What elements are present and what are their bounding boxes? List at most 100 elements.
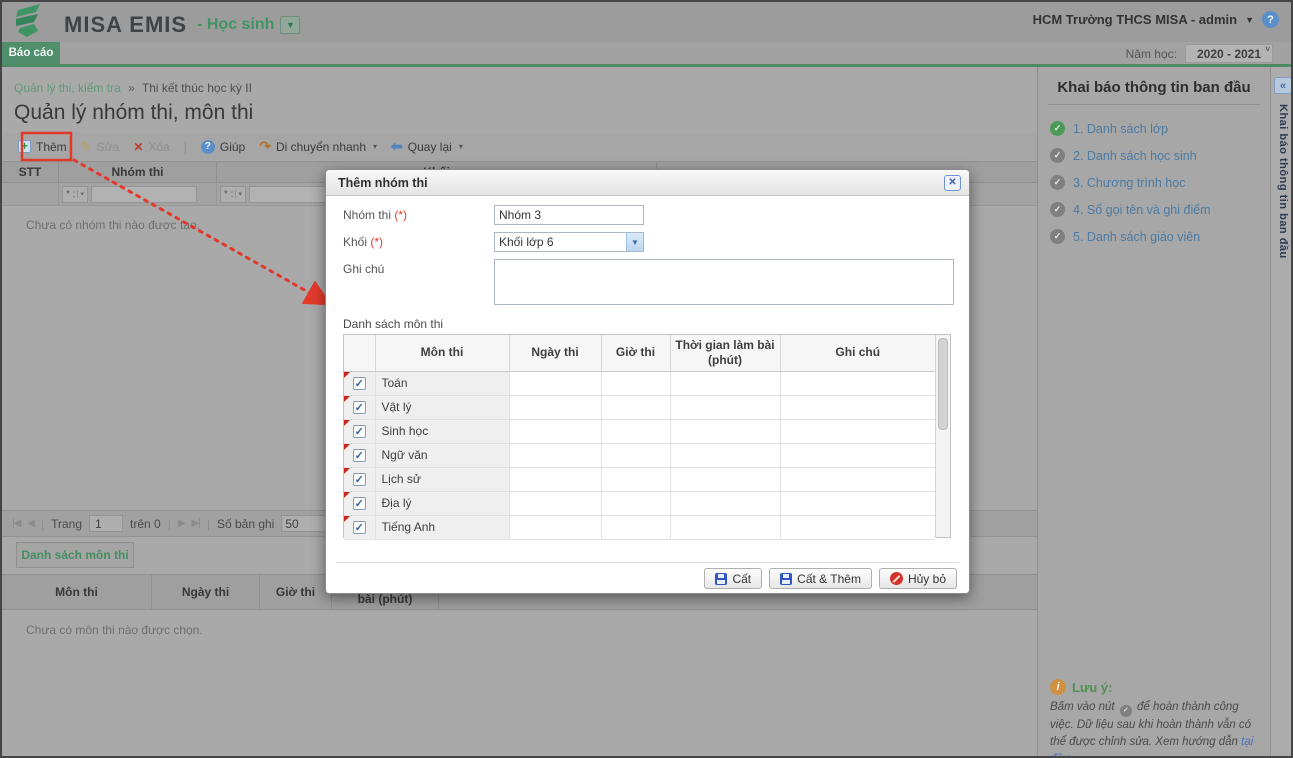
column-header-ngay-thi[interactable]: Ngày thi bbox=[152, 575, 260, 609]
row-checkbox[interactable]: ✓ bbox=[352, 377, 366, 390]
account-caret-icon[interactable]: ▼ bbox=[1245, 15, 1254, 25]
chevron-down-icon[interactable]: ▼ bbox=[626, 233, 643, 251]
note-cell[interactable] bbox=[780, 515, 935, 540]
app-window: MISA EMIS - Học sinh ▼ HCM Trường THCS M… bbox=[0, 0, 1293, 758]
close-icon[interactable]: ✕ bbox=[944, 174, 961, 191]
exam-time-cell[interactable] bbox=[601, 515, 671, 540]
account-menu[interactable]: HCM Trường THCS MISA - admin bbox=[1033, 12, 1238, 27]
sidebar-note: i Lưu ý: Bấm vào nút ✓ để hoàn thành côn… bbox=[1050, 679, 1260, 756]
first-page-icon[interactable]: |◀ bbox=[12, 518, 21, 529]
next-page-icon[interactable]: ▶ bbox=[178, 518, 186, 529]
sidebar-item-so-goi-ten[interactable]: ✓ 4. Sổ gọi tên và ghi điểm bbox=[1038, 196, 1270, 223]
check-circle-icon: ✓ bbox=[1050, 229, 1065, 244]
cancel-button[interactable]: Hủy bỏ bbox=[878, 568, 957, 589]
exam-time-cell[interactable] bbox=[601, 395, 671, 420]
save-and-add-button[interactable]: Cất & Thêm bbox=[769, 568, 872, 589]
scrollbar-thumb[interactable] bbox=[938, 338, 948, 430]
exam-date-cell[interactable] bbox=[509, 515, 602, 540]
exam-date-cell[interactable] bbox=[509, 443, 602, 468]
column-header-checkbox[interactable] bbox=[344, 335, 376, 372]
vertical-tab-label[interactable]: Khai báo thông tin ban đầu bbox=[1277, 104, 1289, 259]
top-header: MISA EMIS - Học sinh ▼ HCM Trường THCS M… bbox=[2, 2, 1291, 42]
filter-cell-nhom-thi: * : ▾ bbox=[59, 183, 217, 205]
school-year-select[interactable]: 2020 - 2021 ˅ bbox=[1185, 44, 1273, 63]
row-checkbox[interactable]: ✓ bbox=[352, 473, 366, 486]
grade-select[interactable]: Khối lớp 6 ▼ bbox=[494, 232, 644, 252]
add-button[interactable]: + Thêm bbox=[18, 140, 67, 154]
column-header-gio-thi[interactable]: Giờ thi bbox=[260, 575, 332, 609]
note-textarea[interactable] bbox=[494, 259, 954, 305]
duration-cell[interactable] bbox=[670, 491, 781, 516]
exam-time-cell[interactable] bbox=[601, 467, 671, 492]
edit-button[interactable]: ✎ Sửa bbox=[81, 139, 120, 155]
exam-date-cell[interactable] bbox=[509, 395, 602, 420]
filter-operator-button[interactable]: * : ▾ bbox=[62, 185, 88, 203]
column-header-mon-thi[interactable]: Môn thi bbox=[375, 335, 510, 372]
back-button[interactable]: ⬅ Quay lại ▾ bbox=[391, 138, 463, 155]
last-page-icon[interactable]: ▶| bbox=[192, 518, 201, 529]
duration-cell[interactable] bbox=[670, 467, 781, 492]
row-checkbox[interactable]: ✓ bbox=[352, 425, 366, 438]
filter-operator-button[interactable]: * : ▾ bbox=[220, 185, 246, 203]
column-header-ghi-chu[interactable]: Ghi chú bbox=[780, 335, 935, 372]
exam-date-cell[interactable] bbox=[509, 491, 602, 516]
misa-logo-icon bbox=[10, 4, 52, 45]
duration-cell[interactable] bbox=[670, 419, 781, 444]
subject-name-cell: Toán bbox=[375, 371, 510, 396]
exam-time-cell[interactable] bbox=[601, 443, 671, 468]
breadcrumb-parent[interactable]: Quản lý thi, kiểm tra bbox=[14, 81, 121, 95]
exam-date-cell[interactable] bbox=[509, 467, 602, 492]
column-header-stt[interactable]: STT bbox=[2, 162, 59, 182]
tab-danh-sach-mon-thi[interactable]: Danh sách môn thi bbox=[16, 542, 134, 568]
dialog-title: Thêm nhóm thi bbox=[338, 175, 428, 190]
sidebar-item-danh-sach-lop[interactable]: ✓ 1. Danh sách lớp bbox=[1038, 115, 1270, 142]
table-scrollbar[interactable] bbox=[935, 335, 950, 537]
exam-time-cell[interactable] bbox=[601, 371, 671, 396]
school-year-area: Năm học: 2020 - 2021 ˅ bbox=[1126, 44, 1273, 63]
note-cell[interactable] bbox=[780, 371, 935, 396]
note-cell[interactable] bbox=[780, 395, 935, 420]
prev-page-icon[interactable]: ◀ bbox=[27, 518, 35, 529]
exam-date-cell[interactable] bbox=[509, 371, 602, 396]
check-circle-icon: ✓ bbox=[1050, 148, 1065, 163]
help-icon[interactable]: ? bbox=[1262, 11, 1279, 28]
dialog-titlebar[interactable]: Thêm nhóm thi ✕ bbox=[326, 170, 969, 196]
page-number-input[interactable]: 1 bbox=[89, 515, 124, 532]
records-label: Số bản ghi bbox=[216, 516, 275, 531]
note-cell[interactable] bbox=[780, 419, 935, 444]
sidebar-item-danh-sach-hoc-sinh[interactable]: ✓ 2. Danh sách học sinh bbox=[1038, 142, 1270, 169]
row-checkbox[interactable]: ✓ bbox=[352, 401, 366, 414]
row-checkbox[interactable]: ✓ bbox=[352, 497, 366, 510]
quick-move-button[interactable]: ↷ Di chuyển nhanh ▾ bbox=[259, 138, 377, 155]
note-cell[interactable] bbox=[780, 491, 935, 516]
page-title: Quản lý nhóm thi, môn thi bbox=[14, 101, 254, 124]
duration-cell[interactable] bbox=[670, 515, 781, 540]
note-cell[interactable] bbox=[780, 467, 935, 492]
header-right: HCM Trường THCS MISA - admin ▼ ? bbox=[1033, 11, 1279, 28]
column-header-gio-thi[interactable]: Giờ thi bbox=[601, 335, 671, 372]
duration-cell[interactable] bbox=[670, 371, 781, 396]
duration-cell[interactable] bbox=[670, 443, 781, 468]
note-cell[interactable] bbox=[780, 443, 935, 468]
duration-cell[interactable] bbox=[670, 395, 781, 420]
delete-button[interactable]: ✕ Xóa bbox=[133, 140, 169, 154]
table-row: ✓ Sinh học bbox=[344, 419, 935, 444]
exam-date-cell[interactable] bbox=[509, 419, 602, 444]
row-checkbox[interactable]: ✓ bbox=[352, 449, 366, 462]
save-button[interactable]: Cất bbox=[704, 568, 763, 589]
row-checkbox[interactable]: ✓ bbox=[352, 521, 366, 534]
column-header-nhom-thi[interactable]: Nhóm thi bbox=[59, 162, 217, 182]
column-header-ngay-thi[interactable]: Ngày thi bbox=[509, 335, 602, 372]
tab-bao-cao[interactable]: Báo cáo bbox=[2, 42, 60, 64]
module-dropdown[interactable]: ▼ bbox=[280, 15, 301, 34]
column-header-thoi-gian[interactable]: Thời gian làm bài (phút) bbox=[670, 335, 781, 372]
exam-time-cell[interactable] bbox=[601, 419, 671, 444]
group-name-input[interactable] bbox=[494, 205, 644, 225]
exam-time-cell[interactable] bbox=[601, 491, 671, 516]
collapse-sidebar-button[interactable]: « bbox=[1274, 77, 1291, 94]
filter-input-nhom-thi[interactable] bbox=[90, 185, 197, 203]
sidebar-item-chuong-trinh-hoc[interactable]: ✓ 3. Chương trình học bbox=[1038, 169, 1270, 196]
help-button[interactable]: ? Giúp bbox=[200, 139, 245, 154]
sidebar-item-danh-sach-giao-vien[interactable]: ✓ 5. Danh sách giáo viên bbox=[1038, 223, 1270, 250]
column-header-mon-thi[interactable]: Môn thi bbox=[2, 575, 152, 609]
